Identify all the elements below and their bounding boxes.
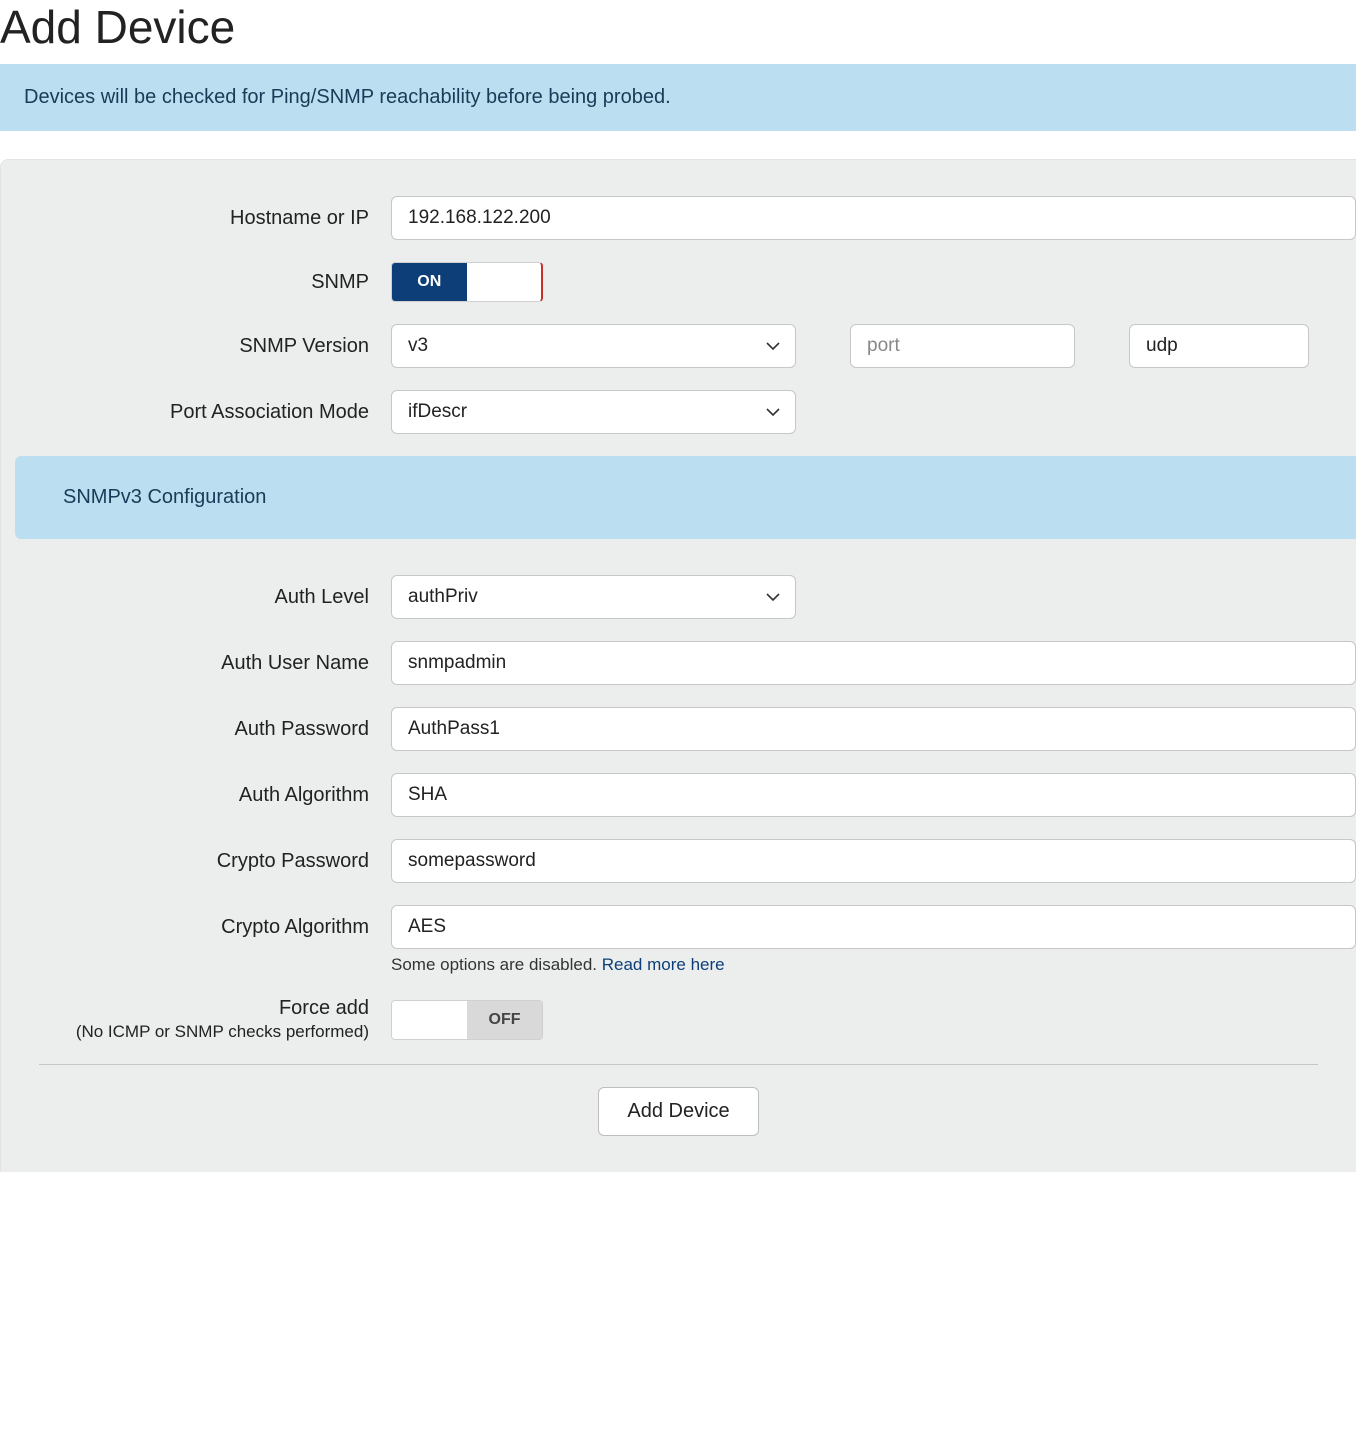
snmp-protocol-input[interactable] <box>1129 324 1309 368</box>
crypto-pass-input[interactable] <box>391 839 1356 883</box>
force-add-label: Force add <box>279 997 369 1019</box>
toggle-on-label: ON <box>392 263 467 301</box>
snmp-version-select[interactable]: v3 <box>391 324 796 368</box>
crypto-hint-link[interactable]: Read more here <box>602 955 725 974</box>
snmp-toggle[interactable]: ON <box>391 262 543 302</box>
port-assoc-select[interactable]: ifDescr <box>391 390 796 434</box>
crypto-hint-text: Some options are disabled. <box>391 955 602 974</box>
chevron-down-icon <box>765 589 781 605</box>
auth-level-label: Auth Level <box>1 586 391 609</box>
separator <box>39 1064 1318 1065</box>
form-panel: Hostname or IP SNMP ON SNMP Version v3 <box>0 159 1356 1172</box>
force-add-sublabel: (No ICMP or SNMP checks performed) <box>1 1022 369 1042</box>
port-assoc-label: Port Association Mode <box>1 401 391 424</box>
port-assoc-value: ifDescr <box>408 401 755 423</box>
snmp-version-label: SNMP Version <box>1 335 391 358</box>
snmp-port-input[interactable] <box>850 324 1075 368</box>
snmp-label: SNMP <box>1 271 391 294</box>
auth-pass-label: Auth Password <box>1 718 391 741</box>
crypto-hint: Some options are disabled. Read more her… <box>391 955 1356 975</box>
auth-algo-input[interactable] <box>391 773 1356 817</box>
hostname-label: Hostname or IP <box>1 207 391 230</box>
force-add-toggle[interactable]: OFF <box>391 1000 543 1040</box>
auth-algo-label: Auth Algorithm <box>1 784 391 807</box>
page-title: Add Device <box>0 0 1356 54</box>
crypto-algo-input[interactable] <box>391 905 1356 949</box>
auth-pass-input[interactable] <box>391 707 1356 751</box>
auth-user-label: Auth User Name <box>1 652 391 675</box>
chevron-down-icon <box>765 404 781 420</box>
add-device-button[interactable]: Add Device <box>598 1087 758 1136</box>
auth-level-select[interactable]: authPriv <box>391 575 796 619</box>
crypto-pass-label: Crypto Password <box>1 850 391 873</box>
info-banner: Devices will be checked for Ping/SNMP re… <box>0 64 1356 131</box>
crypto-algo-label: Crypto Algorithm <box>1 916 391 939</box>
snmp-version-value: v3 <box>408 335 755 357</box>
auth-user-input[interactable] <box>391 641 1356 685</box>
toggle-off-label: OFF <box>467 1001 542 1039</box>
hostname-input[interactable] <box>391 196 1356 240</box>
snmpv3-section-header: SNMPv3 Configuration <box>15 456 1356 539</box>
chevron-down-icon <box>765 338 781 354</box>
auth-level-value: authPriv <box>408 586 755 608</box>
